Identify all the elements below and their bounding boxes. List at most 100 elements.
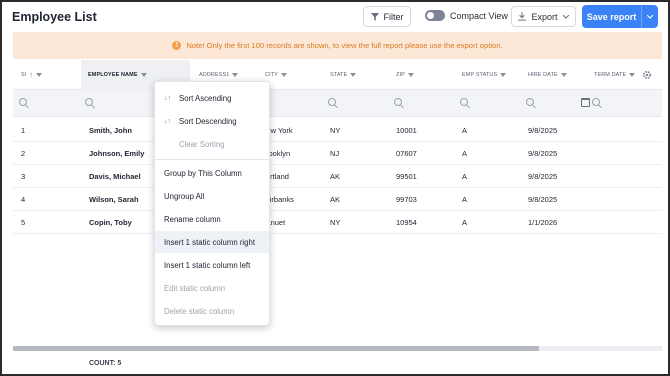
table-header: SI ↑ EMPLOYEE NAME ADDRESS1 CITY STATE Z…	[13, 60, 662, 90]
table-row[interactable]: 5 Copin, Toby Nanuet NY 10954 A 1/1/2026	[13, 211, 662, 234]
calendar-icon[interactable]	[581, 98, 590, 107]
horizontal-scrollbar-thumb[interactable]	[13, 346, 539, 351]
search-icon[interactable]	[85, 98, 93, 106]
funnel-icon[interactable]	[232, 73, 239, 77]
download-icon	[518, 12, 527, 21]
column-label: EMPLOYEE NAME	[88, 72, 138, 78]
cell-status: A	[462, 195, 468, 204]
column-header-state[interactable]: STATE	[330, 60, 357, 90]
save-dropdown-button[interactable]	[641, 5, 658, 28]
chevron-down-icon	[562, 14, 569, 19]
menu-divider	[155, 159, 269, 160]
search-icon[interactable]	[460, 98, 468, 106]
cell-name: Smith, John	[89, 126, 132, 135]
gear-icon[interactable]	[642, 70, 652, 80]
table-row[interactable]: 3 Davis, Michael Portland AK 99501 A 9/8/2025	[13, 165, 662, 188]
cell-status: A	[462, 172, 468, 181]
cell-si: 1	[21, 126, 26, 135]
search-icon[interactable]	[19, 98, 27, 106]
cell-state: AK	[330, 195, 341, 204]
toggle-icon[interactable]	[425, 10, 445, 21]
menu-item-label: Insert 1 static column left	[164, 260, 251, 270]
funnel-icon[interactable]	[500, 73, 507, 77]
filter-row	[13, 90, 662, 117]
sort-desc-icon: ↓↑	[164, 117, 171, 125]
menu-item-label: Insert 1 static column right	[164, 237, 256, 247]
menu-item-sort-ascending[interactable]: ↓↑ Sort Ascending	[155, 87, 269, 109]
menu-item-label: Rename column	[164, 214, 221, 224]
funnel-icon	[370, 12, 379, 21]
funnel-icon[interactable]	[350, 73, 357, 77]
cell-zip: 07607	[396, 149, 417, 158]
menu-item-clear-sorting[interactable]: Clear Sorting	[155, 133, 269, 155]
cell-hire: 9/8/2025	[528, 172, 558, 181]
menu-item-edit-static-column[interactable]: Edit static column	[155, 277, 269, 299]
funnel-icon[interactable]	[280, 73, 287, 77]
note-text: Note! Only the first 100 records are sho…	[186, 41, 503, 50]
column-label: CITY	[265, 72, 278, 78]
menu-item-group-by-column[interactable]: Group by This Column	[155, 162, 269, 184]
sort-asc-icon[interactable]: ↑	[29, 72, 33, 79]
cell-hire: 9/8/2025	[528, 195, 558, 204]
column-label: ADDRESS1	[199, 72, 230, 78]
table-row[interactable]: 4 Wilson, Sarah Fairbanks AK 99703 A 9/8/2025	[13, 188, 662, 211]
menu-item-ungroup-all[interactable]: Ungroup All	[155, 185, 269, 207]
menu-item-delete-static-column[interactable]: Delete static column	[155, 300, 269, 322]
table-row[interactable]: 2 Johnson, Emily Brooklyn NJ 07607 A 9/8/2025	[13, 142, 662, 165]
search-icon[interactable]	[394, 98, 402, 106]
column-label: HIRE DATE	[528, 72, 558, 78]
column-header-emp-status[interactable]: EMP STATUS	[462, 60, 507, 90]
filter-button-label: Filter	[383, 11, 404, 22]
menu-item-sort-descending[interactable]: ↓↑ Sort Descending	[155, 110, 269, 132]
column-label: EMP STATUS	[462, 72, 498, 78]
note-banner: ! Note! Only the first 100 records are s…	[13, 32, 662, 59]
menu-item-label: Edit static column	[164, 283, 226, 293]
cell-si: 3	[21, 172, 26, 181]
cell-name: Johnson, Emily	[89, 149, 145, 158]
menu-item-rename-column[interactable]: Rename column	[155, 208, 269, 230]
sort-asc-icon: ↓↑	[164, 94, 171, 102]
export-button-label: Export	[531, 11, 558, 22]
cell-state: NJ	[330, 149, 340, 158]
cell-si: 2	[21, 149, 26, 158]
menu-item-label: Group by This Column	[164, 168, 242, 178]
compact-view-label: Compact View	[450, 10, 508, 21]
funnel-icon[interactable]	[140, 73, 147, 77]
search-icon[interactable]	[328, 98, 336, 106]
column-header-hire-date[interactable]: HIRE DATE	[528, 60, 567, 90]
column-header-si[interactable]: SI ↑	[21, 60, 81, 90]
chevron-down-icon	[647, 14, 653, 19]
cell-si: 4	[21, 195, 26, 204]
column-header-term-date[interactable]: TERM DATE	[594, 60, 636, 90]
filter-button[interactable]: Filter	[363, 6, 411, 27]
funnel-icon[interactable]	[407, 73, 414, 77]
save-report-button[interactable]: Save report	[582, 5, 658, 28]
cell-zip: 10001	[396, 126, 417, 135]
cell-hire: 9/8/2025	[528, 149, 558, 158]
search-icon[interactable]	[592, 98, 600, 106]
menu-item-insert-static-left[interactable]: Insert 1 static column left	[155, 254, 269, 276]
cell-zip: 99501	[396, 172, 417, 181]
table-row[interactable]: 1 Smith, John New York NY 10001 A 9/8/2025	[13, 119, 662, 142]
compact-view-toggle[interactable]: Compact View	[425, 10, 508, 21]
cell-zip: 99703	[396, 195, 417, 204]
column-header-zip[interactable]: ZIP	[396, 60, 414, 90]
cell-state: NY	[330, 218, 341, 227]
save-report-label[interactable]: Save report	[582, 5, 641, 28]
funnel-icon[interactable]	[36, 73, 43, 77]
column-label: SI	[21, 72, 27, 78]
record-count: COUNT: 5	[89, 360, 122, 367]
cell-status: A	[462, 126, 468, 135]
menu-item-label: Clear Sorting	[179, 139, 225, 149]
cell-status: A	[462, 218, 468, 227]
column-context-menu: ↓↑ Sort Ascending ↓↑ Sort Descending Cle…	[154, 81, 270, 326]
funnel-icon[interactable]	[629, 73, 636, 77]
menu-item-label: Sort Ascending	[179, 93, 232, 103]
menu-item-insert-static-right[interactable]: Insert 1 static column right	[155, 231, 269, 253]
export-button[interactable]: Export	[511, 6, 576, 27]
menu-item-label: Sort Descending	[179, 116, 237, 126]
column-label: TERM DATE	[594, 72, 627, 78]
menu-item-label: Delete static column	[164, 306, 235, 316]
search-icon[interactable]	[526, 98, 534, 106]
funnel-icon[interactable]	[560, 73, 567, 77]
